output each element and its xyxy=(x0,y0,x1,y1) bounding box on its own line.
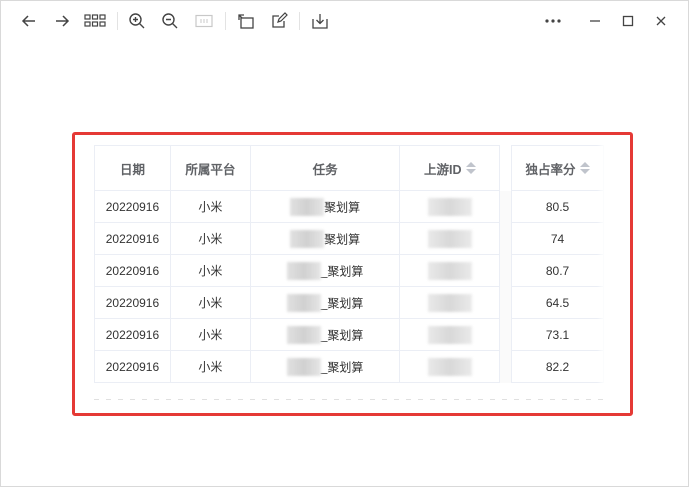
data-table: 日期 所属平台 任务 上游ID 独占率分 20220916 小米 聚划算 80.… xyxy=(94,145,604,385)
sort-caret-icon[interactable] xyxy=(465,162,476,174)
cell-task-suffix: _聚划算 xyxy=(320,264,364,278)
table-scroll-fade xyxy=(597,145,605,385)
redacted-block xyxy=(286,325,321,344)
redacted-block xyxy=(427,229,472,248)
table-row[interactable]: 20220916 小米 _聚划算 64.5 xyxy=(94,286,604,319)
download-icon[interactable] xyxy=(308,9,332,33)
column-gap xyxy=(499,145,513,191)
cell-exclusive-rate: 80.5 xyxy=(511,190,604,223)
redacted-block xyxy=(290,229,325,248)
cell-platform: 小米 xyxy=(169,286,251,319)
redacted-block xyxy=(286,357,321,376)
header-date: 日期 xyxy=(94,145,171,191)
zoom-in-icon[interactable] xyxy=(125,9,149,33)
header-platform: 所属平台 xyxy=(169,145,251,191)
grid-icon[interactable] xyxy=(83,9,107,33)
table-row[interactable]: 20220916 小米 聚划算 80.5 xyxy=(94,190,604,223)
maximize-icon[interactable] xyxy=(616,9,640,33)
cell-upstream-id xyxy=(399,286,501,319)
redacted-block xyxy=(286,261,321,280)
image-viewer-window: 日期 所属平台 任务 上游ID 独占率分 20220916 小米 聚划算 80.… xyxy=(0,0,689,487)
cell-platform: 小米 xyxy=(169,222,251,255)
cell-task: _聚划算 xyxy=(249,350,401,383)
cell-task: 聚划算 xyxy=(249,190,401,223)
table-row[interactable]: 20220916 小米 _聚划算 73.1 xyxy=(94,318,604,351)
table-row[interactable]: 20220916 小米 聚划算 74 xyxy=(94,222,604,255)
table-row[interactable]: 20220916 小米 _聚划算 80.7 xyxy=(94,254,604,287)
cell-platform: 小米 xyxy=(169,254,251,287)
table-bottom-divider xyxy=(94,399,604,400)
redacted-block xyxy=(427,357,472,376)
cell-upstream-id xyxy=(399,350,501,383)
redacted-block xyxy=(286,293,321,312)
redacted-block xyxy=(427,261,472,280)
more-icon[interactable] xyxy=(541,9,565,33)
toolbar xyxy=(1,1,688,41)
cell-date: 20220916 xyxy=(94,350,171,383)
cell-platform: 小米 xyxy=(169,190,251,223)
redacted-block xyxy=(427,197,472,216)
cell-date: 20220916 xyxy=(94,222,171,255)
cell-task: _聚划算 xyxy=(249,254,401,287)
column-gap xyxy=(499,286,513,319)
cell-date: 20220916 xyxy=(94,254,171,287)
zoom-out-icon[interactable] xyxy=(158,9,182,33)
cell-task-suffix: _聚划算 xyxy=(320,360,364,374)
column-gap xyxy=(499,254,513,287)
cell-upstream-id xyxy=(399,222,501,255)
cell-task: _聚划算 xyxy=(249,318,401,351)
cell-exclusive-rate: 80.7 xyxy=(511,254,604,287)
cell-platform: 小米 xyxy=(169,350,251,383)
column-gap xyxy=(499,190,513,223)
cell-exclusive-rate: 73.1 xyxy=(511,318,604,351)
fit-icon xyxy=(192,9,216,33)
table-row[interactable]: 20220916 小米 _聚划算 82.2 xyxy=(94,350,604,383)
arrow-left-icon[interactable] xyxy=(17,9,41,33)
column-gap xyxy=(499,222,513,255)
cell-date: 20220916 xyxy=(94,286,171,319)
cell-task-suffix: _聚划算 xyxy=(320,328,364,342)
header-exclusive-rate-label: 独占率分 xyxy=(525,162,576,177)
cell-task: _聚划算 xyxy=(249,286,401,319)
cell-upstream-id xyxy=(399,190,501,223)
arrow-right-icon[interactable] xyxy=(50,9,74,33)
redacted-block xyxy=(290,197,325,216)
column-gap xyxy=(499,350,513,383)
cell-exclusive-rate: 64.5 xyxy=(511,286,604,319)
header-exclusive-rate[interactable]: 独占率分 xyxy=(511,145,604,191)
cell-upstream-id xyxy=(399,318,501,351)
cell-task-suffix: 聚划算 xyxy=(324,200,361,214)
table-header-row: 日期 所属平台 任务 上游ID 独占率分 xyxy=(94,145,604,191)
edit-icon[interactable] xyxy=(267,9,291,33)
minimize-icon[interactable] xyxy=(583,9,607,33)
redacted-block xyxy=(427,293,472,312)
close-icon[interactable] xyxy=(649,9,673,33)
header-task: 任务 xyxy=(249,145,401,191)
cell-platform: 小米 xyxy=(169,318,251,351)
cell-task: 聚划算 xyxy=(249,222,401,255)
cell-upstream-id xyxy=(399,254,501,287)
cell-date: 20220916 xyxy=(94,190,171,223)
column-gap xyxy=(499,318,513,351)
header-upstream-id[interactable]: 上游ID xyxy=(399,145,501,191)
sort-caret-icon[interactable] xyxy=(579,162,590,174)
cell-exclusive-rate: 82.2 xyxy=(511,350,604,383)
cell-date: 20220916 xyxy=(94,318,171,351)
cell-task-suffix: 聚划算 xyxy=(324,232,361,246)
rotate-icon[interactable] xyxy=(234,9,258,33)
cell-exclusive-rate: 74 xyxy=(511,222,604,255)
redacted-block xyxy=(427,325,472,344)
header-upstream-id-label: 上游ID xyxy=(424,162,462,177)
cell-task-suffix: _聚划算 xyxy=(320,296,364,310)
